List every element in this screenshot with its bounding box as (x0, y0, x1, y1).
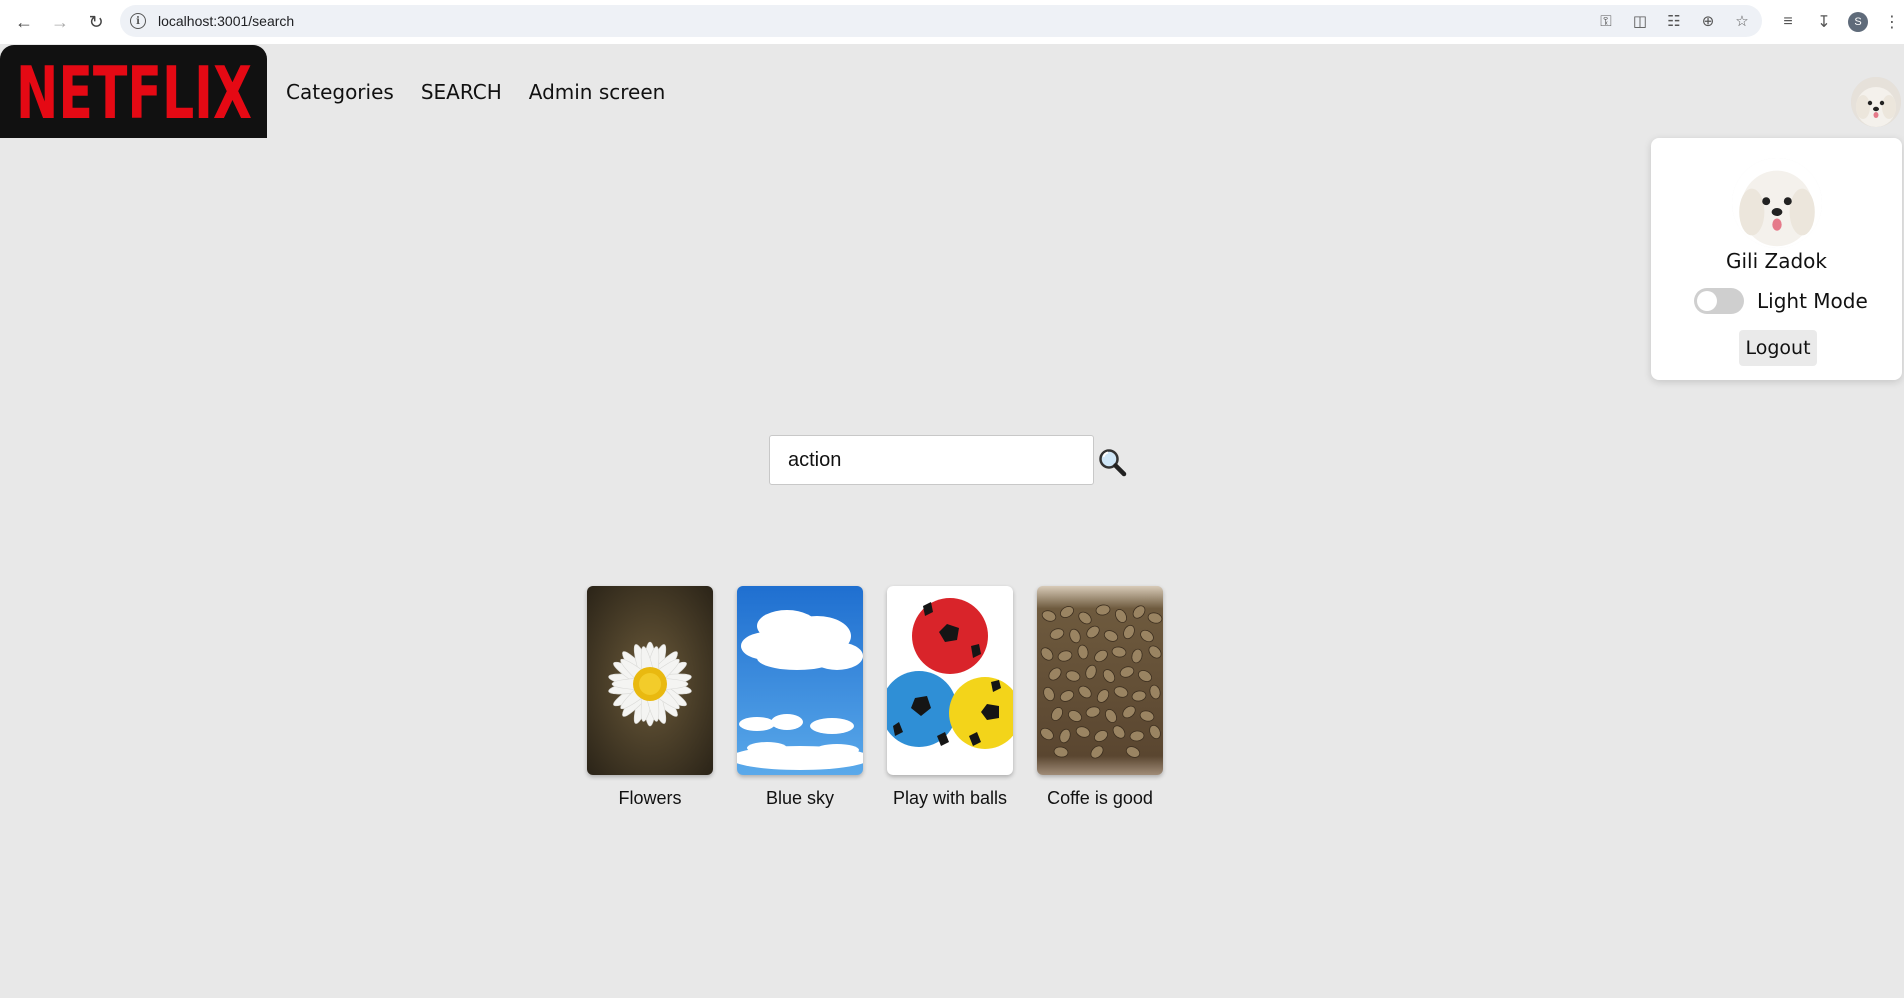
movie-title[interactable]: Blue sky (717, 788, 883, 809)
movie-title[interactable]: Flowers (567, 788, 733, 809)
url-text[interactable]: localhost:3001/search (158, 13, 294, 29)
movie-thumbnail-coffe-is-good[interactable] (1037, 586, 1163, 775)
theme-toggle-switch[interactable] (1694, 288, 1744, 314)
translate-icon[interactable]: ☷ (1664, 11, 1684, 31)
media-queue-icon[interactable]: ≡ (1776, 10, 1800, 34)
user-avatar-button[interactable] (1851, 77, 1901, 127)
movie-card[interactable]: Blue sky (737, 586, 863, 809)
search-results: Flowers Blue sky Play with balls Coffe i… (587, 586, 1163, 809)
site-info-icon[interactable]: i (130, 13, 146, 29)
movie-card[interactable]: Play with balls (887, 586, 1013, 809)
install-app-icon[interactable]: ◫ (1630, 11, 1650, 31)
logo-text: NETFLIX (16, 52, 252, 132)
netflix-logo[interactable]: NETFLIX (0, 45, 267, 138)
movie-title[interactable]: Coffe is good (1017, 788, 1183, 809)
nav-categories[interactable]: Categories (286, 80, 394, 104)
address-bar[interactable]: i localhost:3001/search ⚿ ◫ ☷ ⊕ ☆ (120, 5, 1762, 37)
theme-toggle-row: Light Mode (1694, 288, 1868, 314)
profile-picture (1732, 158, 1822, 248)
movie-thumbnail-blue-sky[interactable] (737, 586, 863, 775)
profile-dropdown: Gili Zadok Light Mode Logout (1651, 138, 1902, 380)
back-arrow-icon[interactable]: ← (12, 10, 36, 34)
search-button[interactable] (1096, 446, 1128, 478)
more-menu-icon[interactable]: ⋮ (1880, 10, 1904, 34)
user-name: Gili Zadok (1726, 249, 1827, 273)
nav-search[interactable]: SEARCH (421, 80, 502, 104)
theme-mode-label: Light Mode (1757, 289, 1868, 313)
nav-admin-screen[interactable]: Admin screen (529, 80, 666, 104)
key-icon[interactable]: ⚿ (1596, 11, 1616, 31)
browser-toolbar: ← → ↻ i localhost:3001/search ⚿ ◫ ☷ ⊕ ☆ … (0, 0, 1904, 44)
magnifier-icon (1099, 449, 1127, 477)
main-nav: Categories SEARCH Admin screen (286, 80, 665, 104)
logout-button[interactable]: Logout (1739, 330, 1817, 366)
bookmark-star-icon[interactable]: ☆ (1732, 11, 1752, 31)
forward-arrow-icon[interactable]: → (48, 10, 72, 34)
movie-card[interactable]: Coffe is good (1037, 586, 1163, 809)
movie-thumbnail-flowers[interactable] (587, 586, 713, 775)
search-input[interactable] (769, 435, 1094, 485)
download-icon[interactable]: ↧ (1812, 10, 1836, 34)
movie-thumbnail-play-with-balls[interactable] (887, 586, 1013, 775)
zoom-icon[interactable]: ⊕ (1698, 11, 1718, 31)
movie-title[interactable]: Play with balls (867, 788, 1033, 809)
movie-card[interactable]: Flowers (587, 586, 713, 809)
reload-icon[interactable]: ↻ (84, 10, 108, 34)
browser-profile-avatar[interactable]: S (1848, 12, 1868, 32)
